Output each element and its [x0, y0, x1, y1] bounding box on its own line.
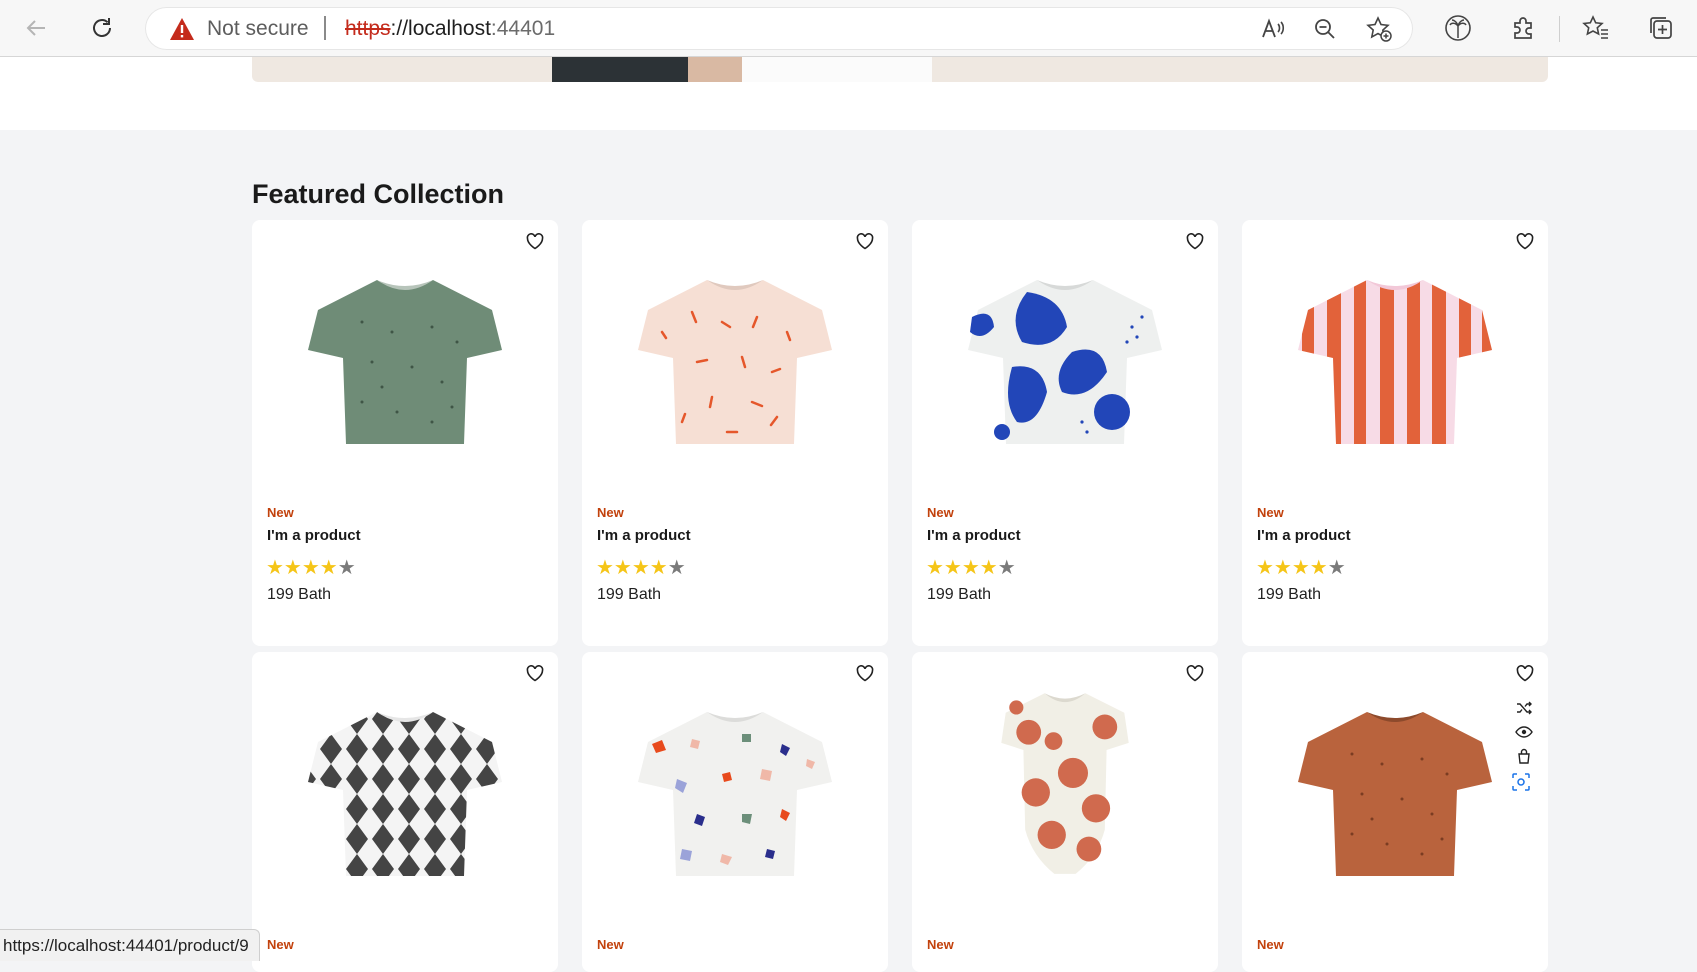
product-badge: New	[597, 505, 624, 520]
rating-stars: ★★★★★	[266, 557, 356, 579]
product-image-rust-tshirt[interactable]	[1282, 704, 1508, 904]
wishlist-heart-icon[interactable]	[1184, 230, 1206, 252]
palm-tree-extension-icon[interactable]	[1442, 12, 1474, 44]
page-content: Featured Collection New I'm a product ★★…	[0, 57, 1697, 972]
zoom-out-icon[interactable]	[1311, 15, 1339, 43]
product-price: 199 Bath	[927, 586, 992, 603]
product-image-green-tshirt[interactable]	[292, 272, 518, 472]
shuffle-compare-icon[interactable]	[1512, 696, 1536, 720]
rating-stars: ★★★★★	[926, 557, 1016, 579]
product-card[interactable]: New I'm a product ★★★★★ 199 Bath	[912, 220, 1218, 646]
link-status-bar: https://localhost:44401/product/9	[0, 929, 260, 961]
product-price: 199 Bath	[1257, 586, 1322, 603]
add-favorite-icon[interactable]	[1365, 15, 1393, 43]
rating-stars: ★★★★★	[596, 557, 686, 579]
collections-icon[interactable]	[1645, 12, 1677, 44]
reload-button[interactable]	[84, 10, 120, 46]
browser-toolbar: Not secure https://localhost:44401	[0, 0, 1697, 57]
rating-stars: ★★★★★	[1256, 557, 1346, 579]
product-badge: New	[1257, 505, 1284, 520]
wishlist-heart-icon[interactable]	[854, 230, 876, 252]
product-price: 199 Bath	[597, 586, 662, 603]
product-image-blue-blob-tshirt[interactable]	[952, 272, 1178, 472]
extensions-icon[interactable]	[1507, 12, 1539, 44]
address-bar[interactable]: Not secure https://localhost:44401	[145, 7, 1413, 50]
wishlist-heart-icon[interactable]	[1514, 230, 1536, 252]
product-name[interactable]: I'm a product	[1257, 527, 1351, 544]
product-image-terrazzo-tshirt[interactable]	[622, 704, 848, 904]
product-card[interactable]: New I'm a product ★★★★★ 199 Bath	[1242, 220, 1548, 646]
url-text[interactable]: https://localhost:44401	[345, 17, 555, 41]
wishlist-heart-icon[interactable]	[524, 662, 546, 684]
product-card[interactable]: New I'm a product ★★★★★ 199 Bath	[252, 220, 558, 646]
product-badge: New	[927, 505, 954, 520]
product-image-diamond-pattern-tshirt[interactable]	[292, 704, 518, 904]
product-name[interactable]: I'm a product	[927, 527, 1021, 544]
product-image-peach-confetti-tshirt[interactable]	[622, 272, 848, 472]
wishlist-heart-icon[interactable]	[524, 230, 546, 252]
toolbar-divider	[1559, 16, 1560, 42]
address-divider	[324, 16, 326, 40]
security-label[interactable]: Not secure	[207, 17, 309, 41]
product-badge: New	[267, 505, 294, 520]
reload-icon	[93, 18, 111, 37]
product-card[interactable]: New	[252, 652, 558, 972]
product-image-polka-dot-bodysuit[interactable]	[952, 688, 1178, 888]
hero-banner-image	[252, 57, 1548, 82]
back-arrow-icon	[26, 20, 45, 36]
product-card[interactable]: New	[912, 652, 1218, 972]
back-button[interactable]	[18, 10, 54, 46]
visual-search-icon[interactable]	[1510, 771, 1532, 793]
card-action-icons	[1512, 696, 1536, 768]
wishlist-heart-icon[interactable]	[854, 662, 876, 684]
warning-icon[interactable]	[169, 17, 195, 46]
product-badge: New	[267, 937, 294, 952]
product-card[interactable]: New	[582, 652, 888, 972]
product-badge: New	[597, 937, 624, 952]
product-card[interactable]: New I'm a product ★★★★★ 199 Bath	[582, 220, 888, 646]
url-port: :44401	[490, 17, 556, 40]
product-card[interactable]: New	[1242, 652, 1548, 972]
product-badge: New	[927, 937, 954, 952]
product-name[interactable]: I'm a product	[267, 527, 361, 544]
section-title: Featured Collection	[252, 179, 505, 209]
wishlist-heart-icon[interactable]	[1514, 662, 1536, 684]
url-host: ://localhost	[390, 17, 491, 40]
wishlist-heart-icon[interactable]	[1184, 662, 1206, 684]
read-aloud-icon[interactable]	[1259, 15, 1287, 43]
hero-section	[0, 57, 1697, 130]
product-image-orange-stripe-tshirt[interactable]	[1282, 272, 1508, 472]
url-scheme: https	[345, 17, 391, 40]
favorites-icon[interactable]	[1580, 12, 1612, 44]
product-badge: New	[1257, 937, 1284, 952]
product-price: 199 Bath	[267, 586, 332, 603]
shopping-bag-icon[interactable]	[1512, 744, 1536, 768]
product-name[interactable]: I'm a product	[597, 527, 691, 544]
quick-view-eye-icon[interactable]	[1512, 720, 1536, 744]
